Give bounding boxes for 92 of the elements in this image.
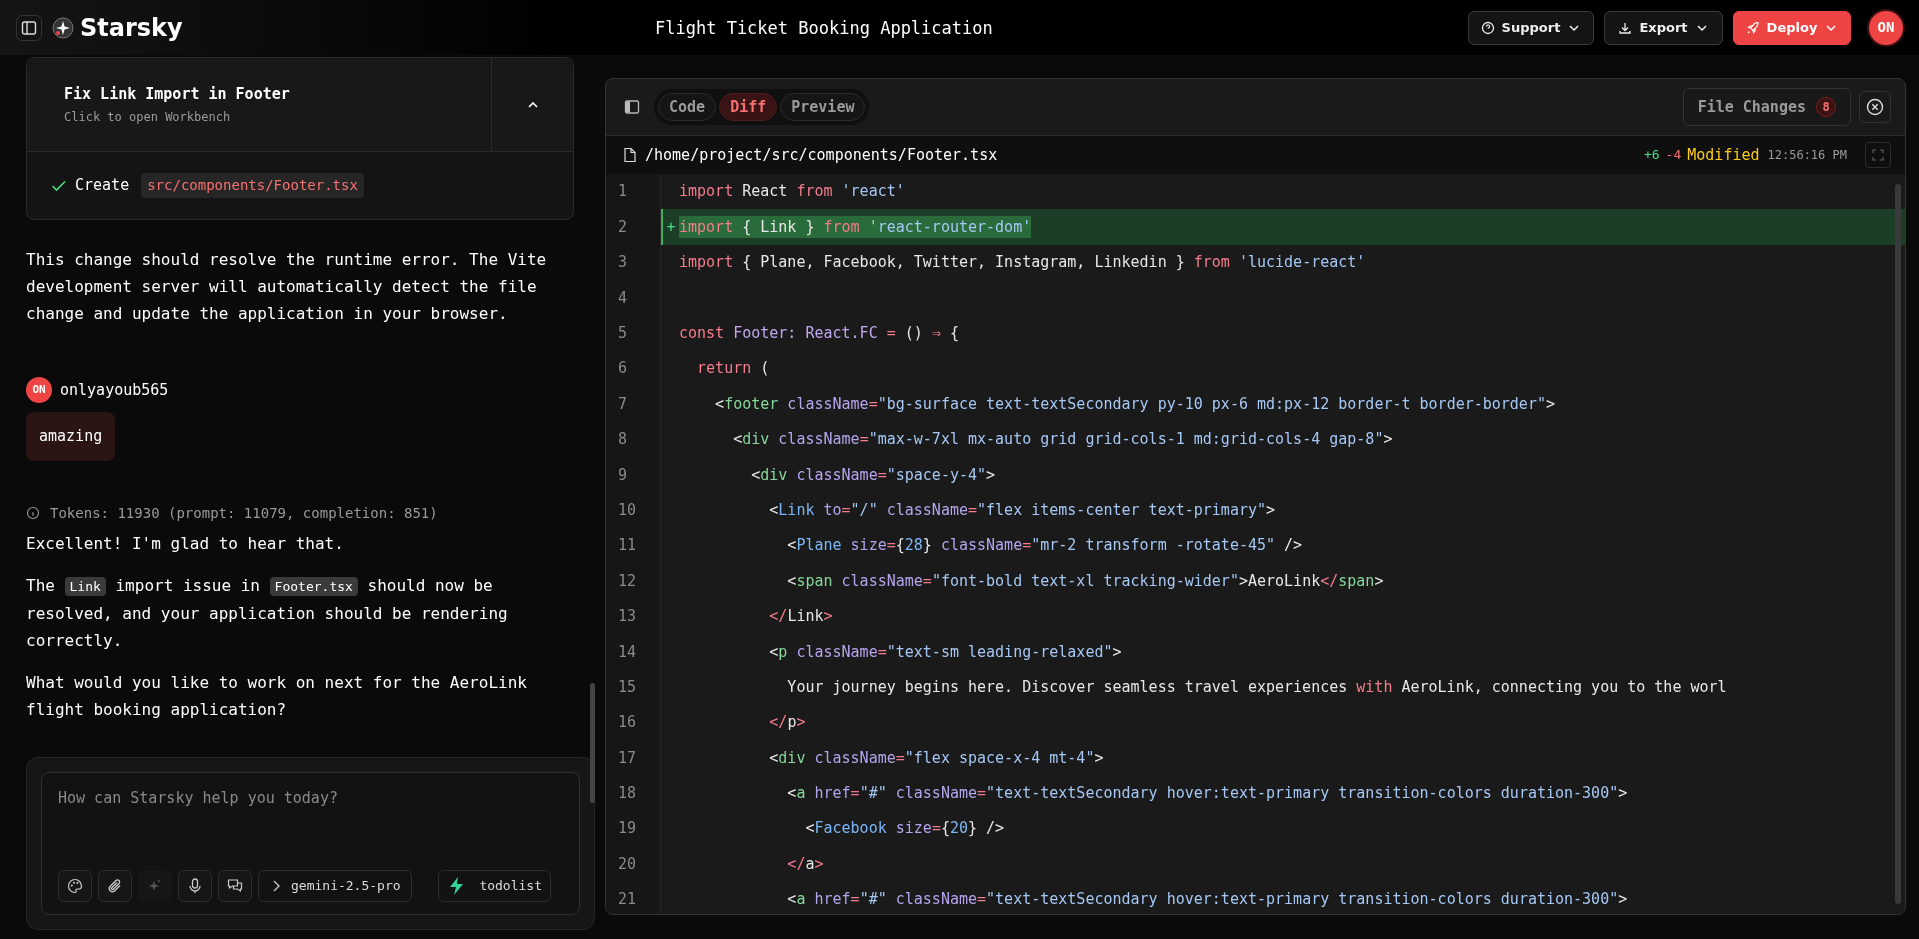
code-line: const Footer: React.FC = () ⇒ { (679, 323, 959, 344)
line-number: 10 (606, 492, 661, 528)
line-number: 18 (606, 775, 661, 812)
code-line: import { Plane, Facebook, Twitter, Instagram, Linkedin } from 'lucide-react' (679, 252, 1366, 274)
project-title: Flight Ticket Booking Application (655, 17, 993, 40)
code-line: <div className="max-w-7xl mx-auto grid grid-cols-1 md:grid-cols-4 gap-8"> (732, 429, 1393, 451)
message-text: This change should resolve the runtime error. The Vite development server will automatically detect the file change and update the application in your browser. (26, 249, 548, 325)
code-line: <a href="#" className="text-textSecondary hover:text-primary transition-colors duration-300"> (786, 783, 1628, 805)
added-count: +6 (1643, 146, 1660, 165)
user-avatar[interactable]: ON (1869, 10, 1903, 45)
file-icon (622, 147, 638, 163)
line-number: 12 (606, 563, 661, 599)
code-line: </a> (786, 853, 824, 875)
sidebar-icon (21, 19, 37, 36)
code-line: <span className="font-bold text-xl tracking-wider">AeroLink</span> (786, 570, 1384, 592)
line-number: 5 (606, 315, 661, 351)
code-line: </p> (768, 712, 806, 734)
line-number: 21 (606, 881, 661, 914)
code-line: <Plane size={28} className="mr-2 transform -rotate-45" /> (786, 535, 1303, 557)
palette-icon (66, 877, 84, 895)
download-icon (1618, 20, 1633, 35)
scrollbar-thumb[interactable] (1895, 184, 1901, 904)
view-tab[interactable]: Diff (719, 93, 778, 121)
message-text: The Link import issue in Footer.tsx should now be resolved, and your application should be rendering correctly. (26, 574, 509, 652)
export-button[interactable]: Export (1604, 10, 1723, 45)
line-number: 16 (606, 704, 661, 741)
app-name: Starsky (80, 12, 183, 44)
file-status: Modified (1687, 144, 1760, 166)
attach-button[interactable] (98, 870, 132, 902)
line-number: 15 (606, 669, 661, 705)
line-number: 20 (606, 846, 661, 882)
removed-count: -4 (1665, 146, 1682, 165)
code-line: <p className="text-sm leading-relaxed"> (768, 641, 1122, 663)
code-line: return ( (696, 358, 770, 380)
task-header-button[interactable]: Fix Link Import in Footer Click to open Workbench (27, 58, 491, 151)
chat-button[interactable] (218, 870, 252, 902)
microphone-icon (186, 877, 204, 895)
diff-marker: + (666, 216, 676, 238)
code-line: <a href="#" className="text-textSecondary hover:text-primary transition-colors duration-300"> (786, 889, 1628, 911)
help-icon (1480, 20, 1495, 35)
token-usage: Tokens: 11930 (prompt: 11079, completion: 851) (50, 503, 438, 523)
line-number: 11 (606, 527, 661, 564)
timestamp: 12:56:16 PM (1767, 147, 1847, 164)
close-button[interactable] (1859, 91, 1891, 123)
line-number: 7 (606, 386, 661, 422)
line-number: 9 (606, 457, 661, 493)
line-number: 13 (606, 598, 661, 635)
line-number: 19 (606, 811, 661, 847)
expand-icon (1872, 149, 1884, 161)
info-icon (26, 506, 40, 520)
support-button[interactable]: Support (1468, 10, 1594, 45)
line-number: 17 (606, 740, 661, 776)
file-path: /home/project/src/components/Footer.tsx (645, 144, 998, 166)
line-number: 4 (606, 280, 661, 316)
message-input[interactable]: How can Starsky help you today? gemini-2.5-pro todolist (41, 772, 580, 915)
logo-icon (52, 16, 74, 39)
message-text: Excellent! I'm glad to hear that. (26, 532, 345, 555)
user-avatar: ON (26, 377, 52, 403)
code-line: <div className="flex space-x-4 mt-4"> (768, 747, 1104, 769)
model-selector[interactable]: gemini-2.5-pro (258, 870, 412, 902)
deploy-button[interactable]: Deploy (1733, 10, 1851, 45)
code-line: </Link> (768, 606, 833, 628)
project-button[interactable]: todolist (438, 870, 551, 902)
palette-button[interactable] (58, 870, 92, 902)
chat-bubbles-icon (226, 877, 244, 895)
line-number: 3 (606, 244, 661, 281)
microphone-button[interactable] (178, 870, 212, 902)
sidebar-toggle-button[interactable] (16, 14, 42, 41)
scrollbar-thumb[interactable] (590, 683, 595, 803)
message-text: What would you like to work on next for the AeroLink flight booking application? (26, 671, 528, 721)
view-tab[interactable]: Preview (780, 93, 866, 121)
code-line: import React from 'react' (679, 181, 905, 203)
line-number: 6 (606, 350, 661, 387)
view-tab[interactable]: Code (658, 93, 717, 121)
rocket-icon (1745, 20, 1760, 35)
code-line: <Link to="/" className="flex items-center text-primary"> (768, 499, 1276, 521)
code-line: <footer className="bg-surface text-textSecondary py-10 px-6 md:px-12 border-t border-border"> (714, 393, 1555, 415)
action-label: Create (75, 175, 130, 197)
code-line: Your journey begins here. Discover seamless travel experiences with AeroLink, connecting you to the worl (786, 676, 1727, 698)
user-name: onlyayoub565 (60, 379, 169, 401)
count-badge: 8 (1816, 97, 1836, 117)
line-number: 14 (606, 634, 661, 670)
line-number: 1 (606, 174, 661, 210)
user-message: amazing (26, 412, 116, 461)
code-line: <div className="space-y-4"> (750, 464, 996, 486)
file-changes-button[interactable]: File Changes 8 (1682, 88, 1851, 126)
line-number: 8 (606, 421, 661, 458)
line-number: 2 (606, 209, 661, 245)
sidebar-icon (624, 99, 640, 115)
file-path: src/components/Footer.tsx (141, 173, 364, 198)
code-line: <Facebook size={20} /> (804, 818, 1005, 840)
close-icon (1866, 98, 1884, 116)
